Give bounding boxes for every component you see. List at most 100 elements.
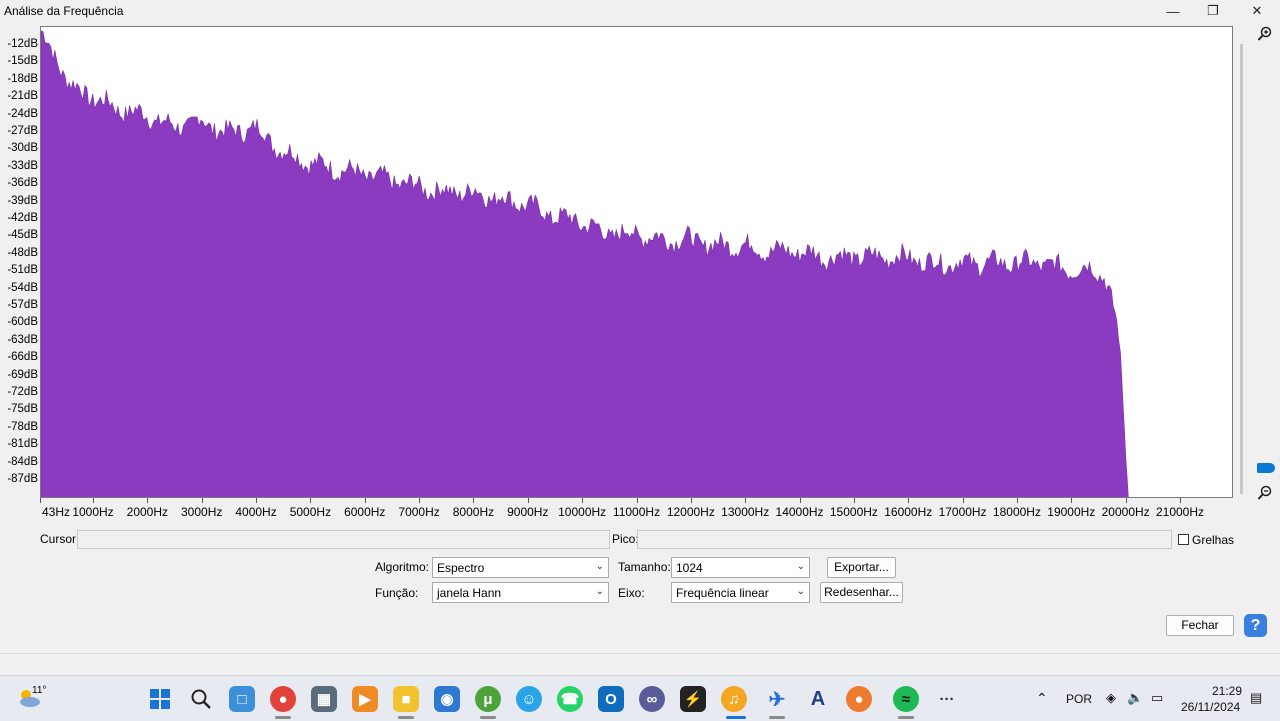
outlook-app[interactable]: O [598,686,624,712]
x-tick-mark [853,498,855,503]
spectrum-chart [41,30,1129,497]
status-bar [0,653,1280,676]
x-tick-mark [527,498,529,503]
app-15[interactable]: A [805,686,831,712]
y-tick-label: -15dB [7,55,38,68]
tray-chevron-icon[interactable]: ⌃ [1036,690,1048,707]
winamp-app[interactable]: ⚡ [680,686,706,712]
y-tick-label: -42dB [7,212,38,224]
spectrum-area [41,30,1129,497]
battery-icon[interactable]: ▭ [1151,690,1163,706]
x-tick-label: 7000Hz [398,505,440,519]
spotify-app[interactable]: ≈ [893,686,919,712]
axis-value: Frequência linear [676,586,769,600]
close-button[interactable]: Fechar [1166,615,1234,636]
redraw-button[interactable]: Redesenhar... [820,582,903,603]
x-tick-mark [962,498,964,503]
x-tick-mark [256,498,258,503]
chevron-down-icon: ⌄ [796,561,805,572]
bolt-icon: ⚡ [683,691,703,708]
calculator-app[interactable]: ▦ [311,686,337,712]
spectrum-plot[interactable] [40,26,1233,498]
y-tick-label: -66dB [7,351,38,364]
app-6[interactable]: ◉ [434,686,460,712]
y-tick-label: -60dB [7,316,38,329]
y-tick-label: -21dB [7,90,38,103]
x-tick-label: 2000Hz [126,505,169,519]
restore-icon: ❐ [1207,3,1219,18]
size-select[interactable]: 1024 ⌄ [671,557,810,578]
task-view-button[interactable]: □ [229,686,255,712]
function-select[interactable]: janela Hann ⌄ [432,582,609,603]
x-tick-mark [40,498,41,503]
utorrent-app[interactable]: μ [475,686,501,712]
app-14[interactable]: ✈ [764,686,790,712]
grid-checkbox[interactable] [1178,534,1189,545]
file-explorer-app[interactable]: ■ [393,686,419,712]
taskbar: 11° □ ● ▦ ▶ ■ ◉ μ ☺ ☎ O ∞ ⚡ ♫ ✈ A ● ≈ ··… [0,675,1280,721]
y-tick-label: -54dB [7,281,38,294]
volume-icon[interactable]: 🔈 [1127,690,1143,706]
axis-select[interactable]: Frequência linear ⌄ [671,582,810,603]
window-title: Análise da Frequência [4,4,124,18]
utorrent-icon: μ [483,690,493,708]
zoom-in-icon[interactable] [1257,26,1273,42]
title-bar: Análise da Frequência — ❐ ✕ [0,0,1280,22]
y-tick-label: -12dB [7,38,38,50]
algorithm-select[interactable]: Espectro ⌄ [432,557,609,578]
x-tick-mark [310,498,312,503]
audacity-app[interactable]: ♫ [721,686,747,712]
x-tick-label: 15000Hz [829,505,878,519]
x-tick-mark [147,498,149,503]
language-indicator[interactable]: POR [1066,692,1092,706]
x-tick-label: 17000Hz [938,505,987,519]
notification-icon[interactable]: ▤ [1250,690,1262,706]
maximize-button[interactable]: ❐ [1190,0,1236,22]
x-tick-mark [690,498,692,503]
start-button[interactable] [147,686,173,712]
more-apps-button[interactable]: ··· [934,686,960,712]
x-tick-label: 5000Hz [289,505,332,519]
wifi-icon[interactable]: ◈ [1106,690,1116,706]
x-tick-label: 10000Hz [558,505,607,519]
chrome-app[interactable]: ● [270,686,296,712]
close-icon: ✕ [1251,3,1263,18]
y-tick-label: -63dB [7,333,38,346]
headphones-icon: ♫ [728,690,740,708]
weather-temp: 11° [32,685,47,696]
help-button[interactable]: ? [1244,614,1267,637]
x-tick-label: 19000Hz [1047,505,1096,519]
weather-widget[interactable]: 11° [16,685,47,711]
zoom-out-icon[interactable] [1257,485,1273,501]
y-tick-label: -48dB [7,246,38,259]
x-tick-label: 12000Hz [666,505,715,519]
x-tick-label: 20000Hz [1101,505,1150,519]
export-button[interactable]: Exportar... [827,557,896,578]
x-tick-label: 21000Hz [1155,505,1205,519]
chat-app[interactable]: ☺ [516,686,542,712]
a-logo-icon: A [810,687,826,710]
x-tick-label: 16000Hz [884,505,933,519]
x-tick-mark [908,498,910,503]
zoom-slider-track[interactable] [1240,44,1243,494]
zoom-slider-thumb[interactable] [1257,463,1275,473]
peak-label: Pico: [612,532,639,546]
clock-date[interactable]: 26/11/2024 [1181,700,1240,714]
chat-icon: ☺ [521,690,537,708]
clock-time[interactable]: 21:29 [1212,684,1242,698]
x-tick-mark [745,498,747,503]
close-window-button[interactable]: ✕ [1234,0,1280,22]
axis-label: Eixo: [618,586,645,600]
x-tick-mark [582,498,584,503]
firefox-app[interactable]: ● [846,686,872,712]
whatsapp-app[interactable]: ☎ [557,686,583,712]
app-11[interactable]: ∞ [639,686,665,712]
play-icon: ▶ [359,691,371,708]
x-tick-label: 8000Hz [452,505,495,519]
media-player-app[interactable]: ▶ [352,686,378,712]
minimize-icon: — [1166,3,1180,19]
x-tick-mark [473,498,475,503]
y-tick-label: -57dB [7,299,38,311]
search-button[interactable] [188,686,214,712]
x-tick-mark [1125,498,1127,503]
